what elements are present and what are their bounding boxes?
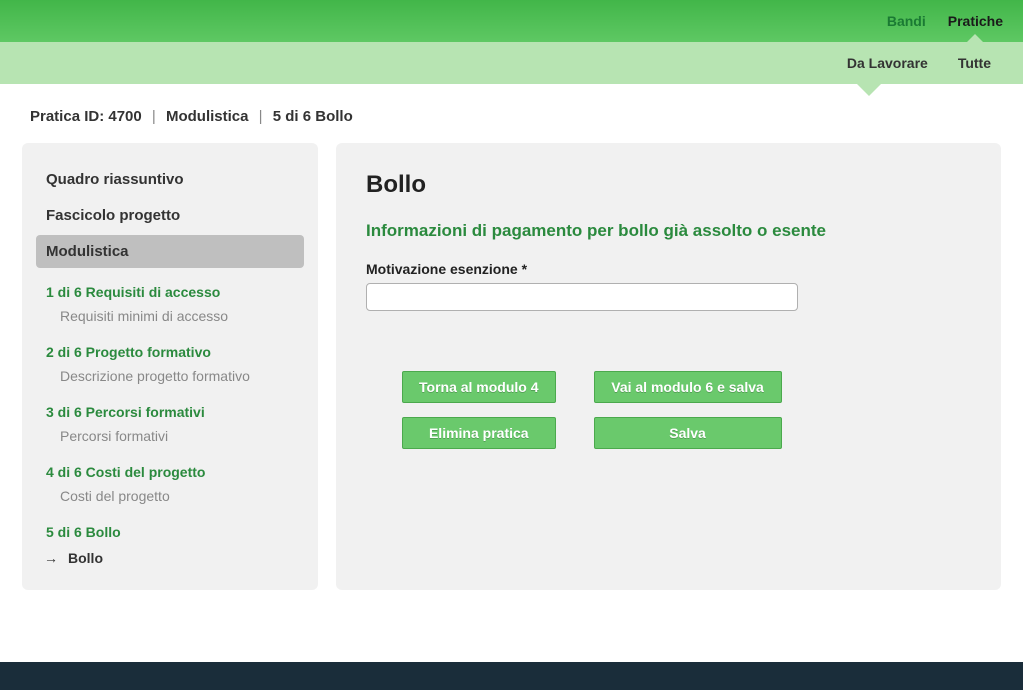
sidebar-module-1-sub[interactable]: Requisiti minimi di accesso [36,304,304,328]
delete-button[interactable]: Elimina pratica [402,417,556,449]
breadcrumb-separator: | [152,108,156,125]
next-save-button[interactable]: Vai al modulo 6 e salva [594,371,782,403]
sidebar-module-1[interactable]: 1 di 6 Requisiti di accesso [36,280,304,304]
content-area: Quadro riassuntivo Fascicolo progetto Mo… [0,143,1023,590]
top-banner: Bandi Pratiche [0,0,1023,42]
sub-banner: Da Lavorare Tutte [0,42,1023,84]
nav-bandi[interactable]: Bandi [887,13,926,29]
page-title: Bollo [366,171,971,199]
button-grid: Torna al modulo 4 Vai al modulo 6 e salv… [402,371,971,449]
sidebar-module-2[interactable]: 2 di 6 Progetto formativo [36,340,304,364]
sidebar-module-3-sub[interactable]: Percorsi formativi [36,424,304,448]
main-panel: Bollo Informazioni di pagamento per boll… [336,143,1001,590]
sidebar-module-5-sub-label: Bollo [68,550,103,566]
sidebar-module-3[interactable]: 3 di 6 Percorsi formativi [36,400,304,424]
sidebar-quadro-riassuntivo[interactable]: Quadro riassuntivo [36,163,304,196]
breadcrumb-step: 5 di 6 Bollo [273,108,353,125]
breadcrumb-separator: | [259,108,263,125]
sidebar-module-5[interactable]: 5 di 6 Bollo [36,520,304,544]
sidebar-module-4[interactable]: 4 di 6 Costi del progetto [36,460,304,484]
nav-pratiche[interactable]: Pratiche [948,13,1003,29]
breadcrumb-pratica-id: Pratica ID: 4700 [30,108,142,125]
sidebar-modulistica[interactable]: Modulistica [36,235,304,268]
save-button[interactable]: Salva [594,417,782,449]
sidebar-module-2-sub[interactable]: Descrizione progetto formativo [36,364,304,388]
sidebar-fascicolo-progetto[interactable]: Fascicolo progetto [36,199,304,232]
subnav-da-lavorare[interactable]: Da Lavorare [847,55,928,71]
sidebar-module-5-sub[interactable]: Bollo [36,544,304,570]
sidebar-module-4-sub[interactable]: Costi del progetto [36,484,304,508]
motivazione-label: Motivazione esenzione * [366,261,971,277]
arrow-right-icon [60,550,62,566]
breadcrumb-modulistica: Modulistica [166,108,249,125]
footer-bar [0,662,1023,690]
back-button[interactable]: Torna al modulo 4 [402,371,556,403]
sidebar: Quadro riassuntivo Fascicolo progetto Mo… [22,143,318,590]
subnav-tutte[interactable]: Tutte [958,55,991,71]
motivazione-input[interactable] [366,283,798,311]
section-title: Informazioni di pagamento per bollo già … [366,221,971,241]
